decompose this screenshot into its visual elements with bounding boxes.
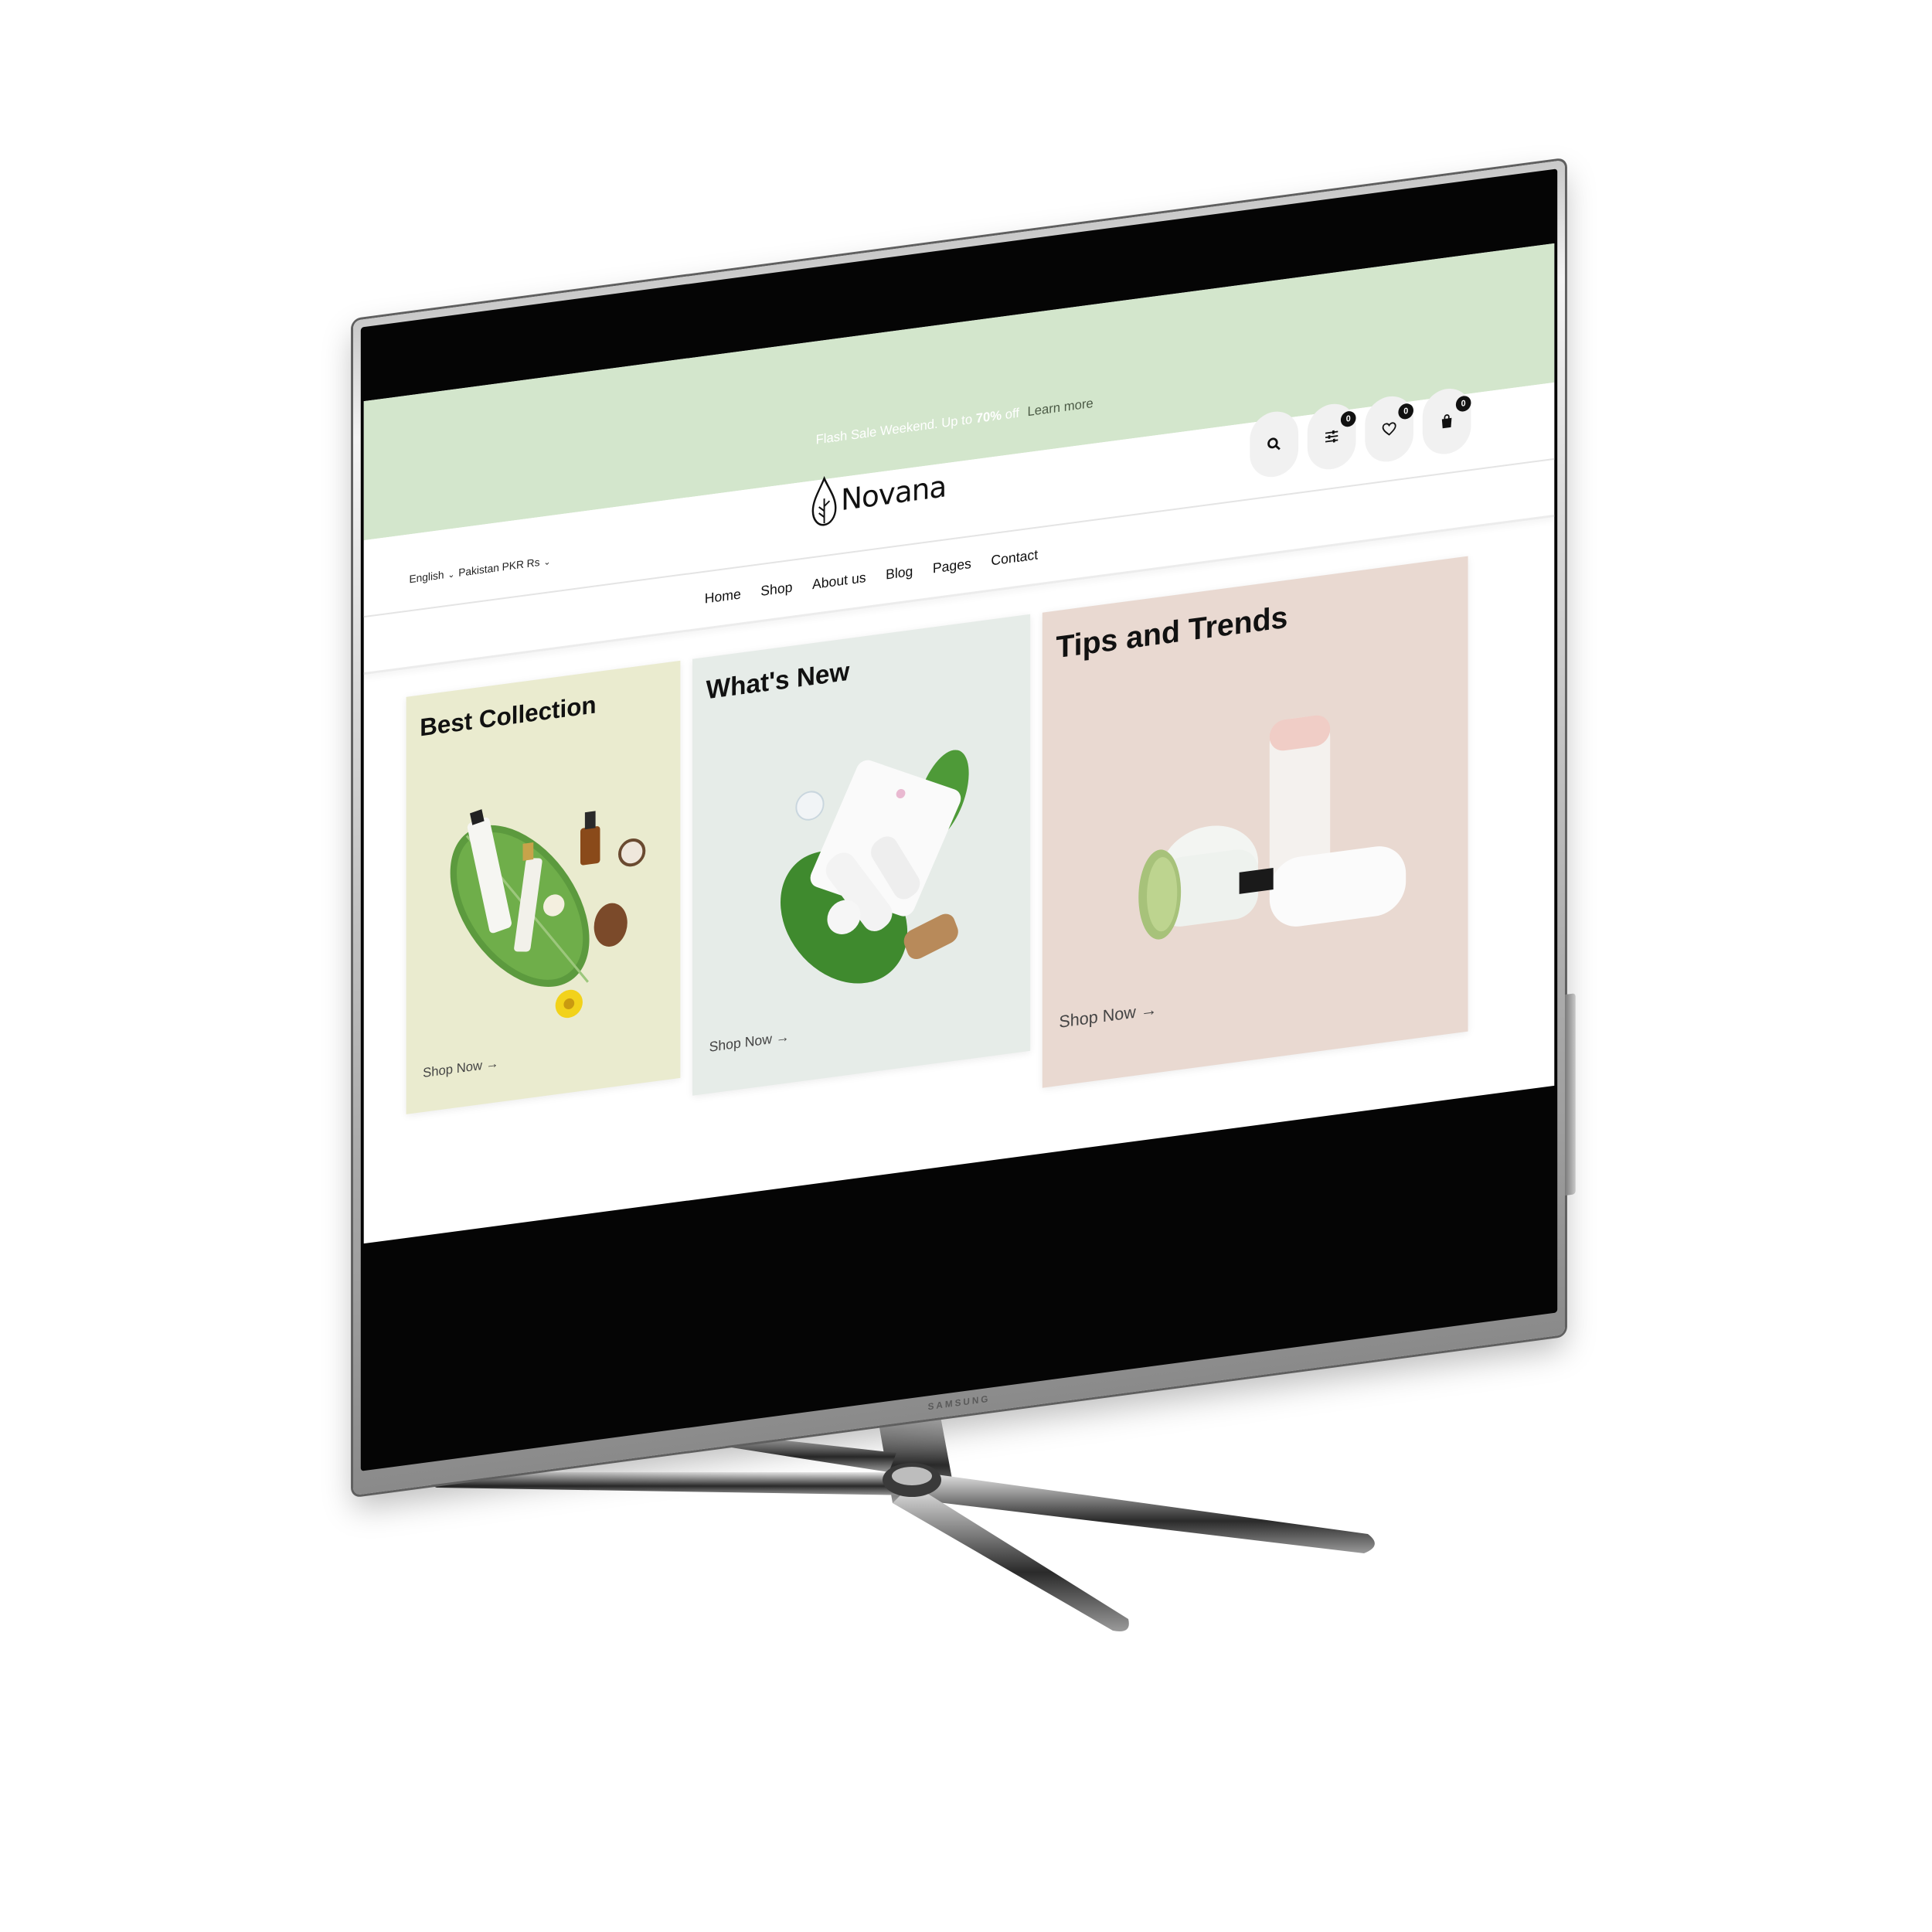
product-image <box>450 809 646 1019</box>
promo-highlight: 70% <box>975 407 1002 427</box>
product-image <box>1138 715 1406 940</box>
nav-item-about-us[interactable]: About us <box>812 570 866 593</box>
wishlist-count-badge: 0 <box>1398 403 1413 420</box>
logo-text: Novana <box>841 469 947 518</box>
tips-and-trends-card[interactable]: Tips and Trends Shop Now → <box>1042 556 1468 1088</box>
wishlist-button[interactable]: 0 <box>1365 393 1413 465</box>
shopping-bag-icon <box>1441 414 1452 429</box>
language-selector[interactable]: English ⌄ <box>409 567 455 586</box>
nav-item-home[interactable]: Home <box>705 586 741 607</box>
tv-side-buttons <box>1565 993 1576 1196</box>
promo-text: Flash Sale Weekend. Up to <box>815 411 973 447</box>
card-title: Tips and Trends <box>1056 600 1288 665</box>
sliders-icon <box>1325 430 1338 443</box>
tv-stage: SAMSUNG Flash Sale Weekend. Up to 70% of… <box>0 0 1932 1932</box>
shop-now-link[interactable]: Shop Now → <box>709 1029 790 1056</box>
heart-icon <box>1382 422 1396 436</box>
card-title: Best Collection <box>420 690 597 742</box>
currency-label: Pakistan PKR Rs <box>458 555 540 579</box>
shop-now-link[interactable]: Shop Now → <box>1059 999 1157 1032</box>
search-button[interactable] <box>1250 408 1299 481</box>
cart-button[interactable]: 0 <box>1422 386 1471 457</box>
search-icon <box>1267 437 1281 451</box>
card-title: What's New <box>706 656 850 706</box>
compare-count-badge: 0 <box>1340 410 1356 428</box>
nav-item-contact[interactable]: Contact <box>991 546 1038 569</box>
cart-count-badge: 0 <box>1455 395 1471 413</box>
product-image <box>781 750 969 984</box>
tv-monitor: SAMSUNG Flash Sale Weekend. Up to 70% of… <box>353 160 1576 1495</box>
promo-text-after: off <box>1005 405 1019 423</box>
learn-more-link[interactable]: Learn more <box>1027 396 1093 419</box>
compare-button[interactable]: 0 <box>1307 400 1356 473</box>
nav-item-pages[interactable]: Pages <box>933 556 971 577</box>
nav-item-shop[interactable]: Shop <box>760 580 792 600</box>
shop-now-link[interactable]: Shop Now → <box>423 1056 498 1081</box>
language-label: English <box>409 568 444 586</box>
whats-new-card[interactable]: What's New Shop Now → <box>692 614 1031 1096</box>
currency-selector[interactable]: Pakistan PKR Rs ⌄ <box>458 554 550 579</box>
website-screen: Flash Sale Weekend. Up to 70% off Learn … <box>363 243 1555 1244</box>
leaf-drop-icon <box>811 475 837 526</box>
chevron-down-icon: ⌄ <box>447 570 455 580</box>
best-collection-card[interactable]: Best Collection Shop Now → <box>406 660 681 1114</box>
nav-item-blog[interactable]: Blog <box>886 563 913 583</box>
chevron-down-icon: ⌄ <box>543 557 551 568</box>
